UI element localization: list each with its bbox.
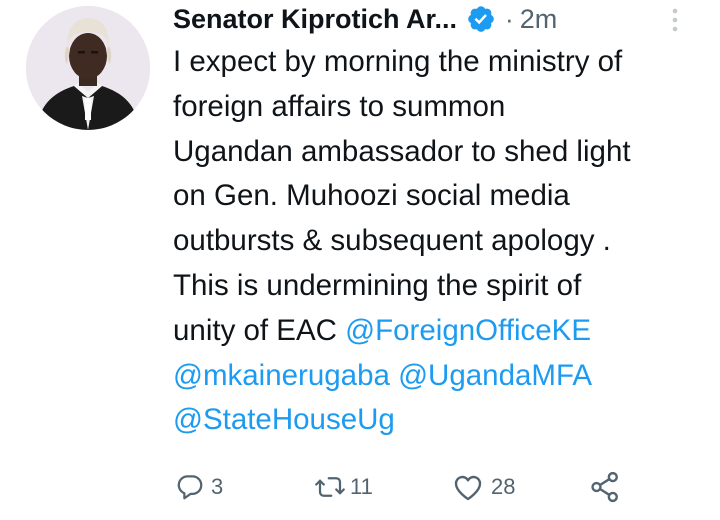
mention-link[interactable]: @UgandaMFA [398,359,592,392]
heart-icon [452,472,484,502]
tweet-text-line: Ugandan ambassador to shed light [173,134,631,168]
like-count: 28 [491,474,516,499]
tweet-text-line: on Gen. Muhoozi social media [173,179,570,213]
more-options-icon[interactable] [668,6,682,36]
tweet-text-segment: unity of EAC [173,313,346,347]
tweet-text-line: @mkainerugaba @UgandaMFA [173,354,703,399]
tweet-text: I expect by morning the ministry of fore… [173,40,703,443]
reply-count: 3 [211,474,224,499]
tweet-text-line: unity of EAC @ForeignOfficeKE [173,309,703,354]
mention-link[interactable]: @ForeignOfficeKE [345,314,591,347]
mention-link[interactable]: @mkainerugaba [173,359,390,392]
like-button[interactable]: 28 [452,466,515,508]
mention-link[interactable]: @StateHouseUg [173,403,395,436]
reply-button[interactable]: 3 [175,466,223,508]
tweet-text-line: @StateHouseUg [173,398,703,443]
timestamp[interactable]: 2m [520,4,558,35]
tweet-header: Senator Kiprotich Ar... · 2m [173,2,557,36]
reply-icon [175,472,205,502]
avatar[interactable] [26,6,150,130]
share-icon [588,470,622,504]
tweet-text-line: This is undermining the spirit of [173,268,582,302]
tweet-text-line: I expect by morning the ministry of [173,45,623,78]
retweet-count: 11 [350,474,373,499]
tweet-text-line: outbursts & subsequent apology . [173,224,611,258]
share-button[interactable] [588,466,622,508]
retweet-icon [313,472,347,502]
verified-badge-icon [466,4,496,34]
retweet-button[interactable]: 11 [313,466,373,508]
avatar-image [26,6,150,130]
author-name[interactable]: Senator Kiprotich Ar... [173,4,457,35]
tweet-actions: 3 11 28 [173,466,713,508]
tweet[interactable]: Senator Kiprotich Ar... · 2m I expect by… [0,0,720,520]
tweet-text-line: foreign affairs to summon [173,89,506,123]
separator-dot: · [505,3,514,34]
